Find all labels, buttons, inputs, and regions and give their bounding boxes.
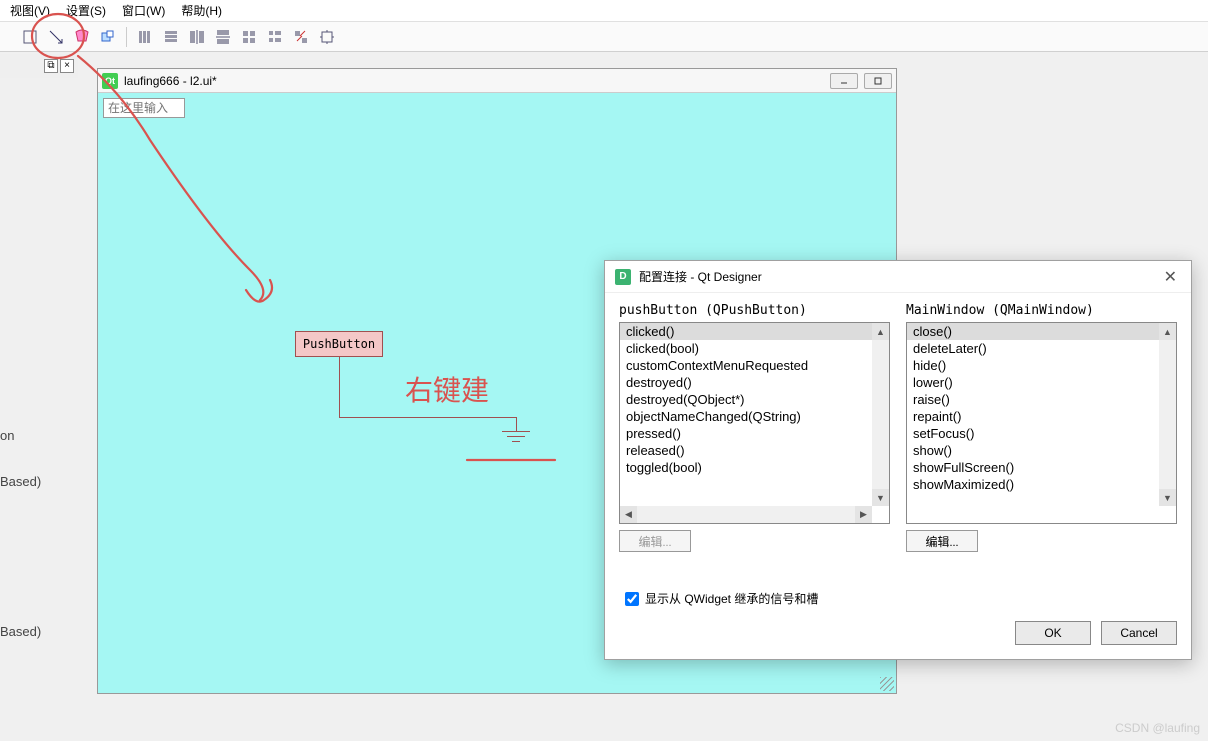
resize-grip-icon[interactable] bbox=[880, 677, 894, 691]
slot-item[interactable]: deleteLater() bbox=[907, 340, 1159, 357]
signal-wire bbox=[516, 417, 517, 431]
dialog-close-button[interactable]: ✕ bbox=[1160, 263, 1181, 291]
layout-split-v-icon[interactable] bbox=[211, 25, 235, 49]
configure-connection-dialog: D 配置连接 - Qt Designer ✕ pushButton (QPush… bbox=[604, 260, 1192, 660]
window-titlebar[interactable]: Qt laufing666 - l2.ui* bbox=[98, 69, 896, 93]
scrollbar-vertical[interactable]: ▲▼ bbox=[1159, 323, 1176, 506]
slot-item[interactable]: showMaximized() bbox=[907, 476, 1159, 493]
dialog-titlebar[interactable]: D 配置连接 - Qt Designer ✕ bbox=[605, 261, 1191, 293]
dialog-app-icon: D bbox=[615, 269, 631, 285]
lineedit-widget[interactable] bbox=[103, 98, 185, 118]
slot-item[interactable]: showFullScreen() bbox=[907, 459, 1159, 476]
layout-break-icon[interactable] bbox=[289, 25, 313, 49]
left-fragment-based1: Based) bbox=[0, 474, 41, 489]
slot-item[interactable]: show() bbox=[907, 442, 1159, 459]
watermark: CSDN @laufing bbox=[1115, 721, 1200, 735]
dock-float-icon[interactable]: ⧉ bbox=[44, 59, 58, 73]
slot-item[interactable]: setFocus() bbox=[907, 425, 1159, 442]
scrollbar-horizontal[interactable]: ◀▶ bbox=[620, 506, 872, 523]
pushbutton-widget[interactable]: PushButton bbox=[295, 331, 383, 357]
signal-item[interactable]: objectNameChanged(QString) bbox=[620, 408, 872, 425]
maximize-button[interactable] bbox=[864, 73, 892, 89]
signal-item[interactable]: toggled(bool) bbox=[620, 459, 872, 476]
qt-logo-icon: Qt bbox=[102, 73, 118, 89]
toolbar-btn-signals[interactable] bbox=[44, 25, 68, 49]
slot-item[interactable]: lower() bbox=[907, 374, 1159, 391]
toolbar-btn-3[interactable] bbox=[70, 25, 94, 49]
show-inherited-label: 显示从 QWidget 继承的信号和槽 bbox=[645, 590, 818, 607]
signal-item[interactable]: pressed() bbox=[620, 425, 872, 442]
signals-column-label: pushButton (QPushButton) bbox=[619, 303, 890, 318]
ok-button[interactable]: OK bbox=[1015, 621, 1091, 645]
dock-close-icon[interactable]: × bbox=[60, 59, 74, 73]
layout-h-icon[interactable] bbox=[133, 25, 157, 49]
ground-icon bbox=[502, 431, 530, 432]
slots-list[interactable]: close()deleteLater()hide()lower()raise()… bbox=[906, 322, 1177, 524]
slots-column-label: MainWindow (QMainWindow) bbox=[906, 303, 1177, 318]
signal-wire bbox=[339, 417, 516, 418]
toolbar-btn-4[interactable] bbox=[96, 25, 120, 49]
window-title: laufing666 - l2.ui* bbox=[124, 74, 217, 88]
slot-item[interactable]: repaint() bbox=[907, 408, 1159, 425]
menu-settings[interactable]: 设置(S) bbox=[60, 0, 112, 21]
layout-form-icon[interactable] bbox=[263, 25, 287, 49]
cancel-button[interactable]: Cancel bbox=[1101, 621, 1177, 645]
toolbar bbox=[0, 22, 1208, 52]
slot-item[interactable]: close() bbox=[907, 323, 1159, 340]
menu-view[interactable]: 视图(V) bbox=[4, 0, 56, 21]
left-fragment-on: on bbox=[0, 428, 14, 443]
ground-icon bbox=[512, 441, 520, 442]
signal-item[interactable]: destroyed(QObject*) bbox=[620, 391, 872, 408]
left-fragment-based2: Based) bbox=[0, 624, 41, 639]
signals-list[interactable]: clicked()clicked(bool)customContextMenuR… bbox=[619, 322, 890, 524]
menu-window[interactable]: 窗口(W) bbox=[116, 0, 171, 21]
layout-adjust-icon[interactable] bbox=[315, 25, 339, 49]
dialog-title: 配置连接 - Qt Designer bbox=[639, 268, 762, 285]
layout-grid-icon[interactable] bbox=[237, 25, 261, 49]
edit-slots-button[interactable]: 编辑... bbox=[906, 530, 978, 552]
ground-icon bbox=[507, 436, 525, 437]
show-inherited-checkbox-row[interactable]: 显示从 QWidget 继承的信号和槽 bbox=[625, 590, 818, 607]
signal-item[interactable]: clicked() bbox=[620, 323, 872, 340]
dock-controls: ⧉ × bbox=[0, 54, 78, 78]
menu-help[interactable]: 帮助(H) bbox=[175, 0, 228, 21]
signal-item[interactable]: destroyed() bbox=[620, 374, 872, 391]
slot-item[interactable]: raise() bbox=[907, 391, 1159, 408]
signal-item[interactable]: customContextMenuRequested bbox=[620, 357, 872, 374]
show-inherited-checkbox[interactable] bbox=[625, 592, 639, 606]
layout-v-icon[interactable] bbox=[159, 25, 183, 49]
edit-signals-button: 编辑... bbox=[619, 530, 691, 552]
slot-item[interactable]: hide() bbox=[907, 357, 1159, 374]
signal-item[interactable]: clicked(bool) bbox=[620, 340, 872, 357]
toolbar-btn-1[interactable] bbox=[18, 25, 42, 49]
signal-item[interactable]: released() bbox=[620, 442, 872, 459]
signal-wire bbox=[339, 357, 340, 417]
scrollbar-vertical[interactable]: ▲▼ bbox=[872, 323, 889, 506]
menu-bar: 视图(V) 设置(S) 窗口(W) 帮助(H) bbox=[0, 0, 1208, 22]
minimize-button[interactable] bbox=[830, 73, 858, 89]
layout-split-h-icon[interactable] bbox=[185, 25, 209, 49]
